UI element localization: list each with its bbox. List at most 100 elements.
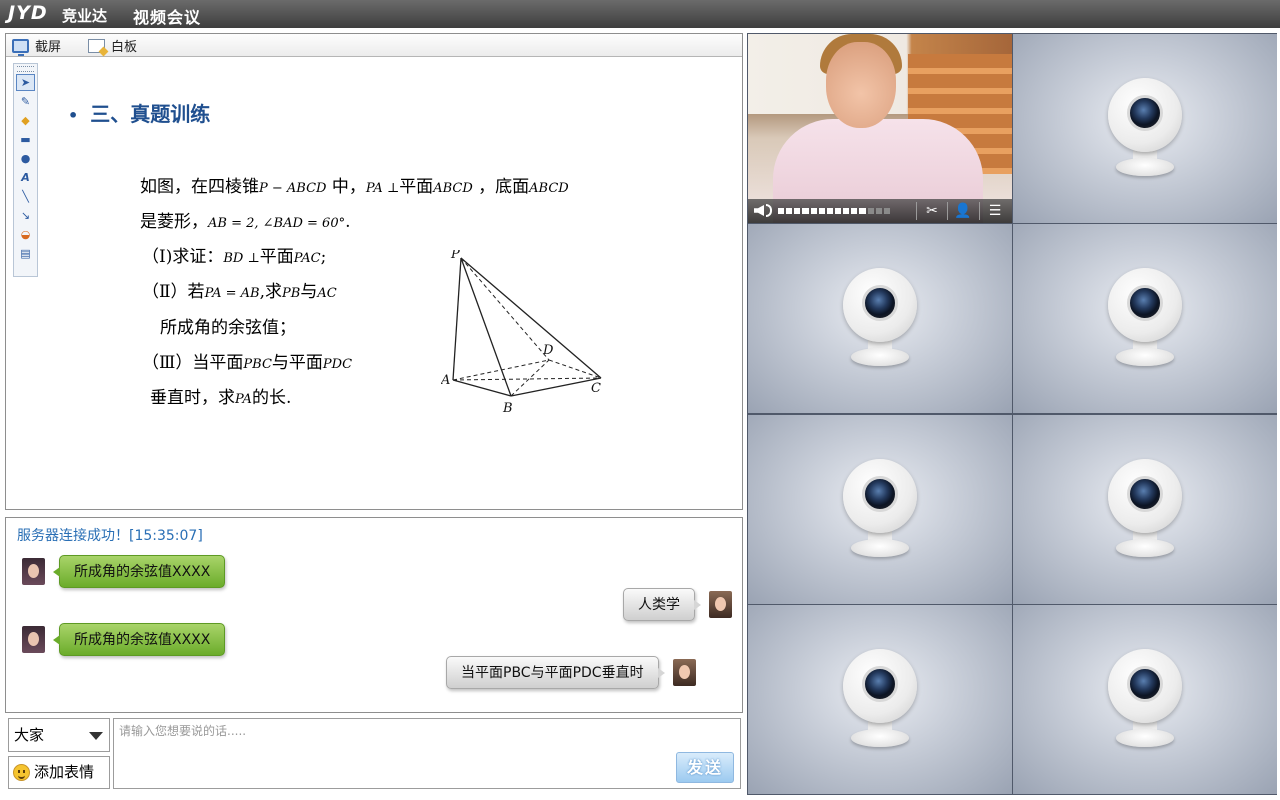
woman-avatar [672, 659, 696, 686]
toolbar-grip[interactable] [17, 66, 34, 72]
volume-segment [818, 208, 825, 214]
add-emoji-button[interactable]: 添加表情 [8, 756, 110, 789]
line-icon[interactable]: ╲ [16, 188, 35, 205]
video-control-bar: ✂ 👤 ☰ [748, 199, 1012, 223]
vertex-d-label: D [542, 343, 554, 358]
volume-segment [826, 208, 833, 214]
sound-waves-icon [766, 204, 772, 217]
problem-line-1: 如图，在四棱锥P − ABCD 中，PA ⊥平面ABCD ，底面ABCD [140, 177, 569, 197]
layer-icon[interactable]: ▤ [16, 245, 35, 262]
webcam-base [851, 539, 909, 557]
volume-segment [883, 208, 890, 214]
send-button[interactable]: 发送 [676, 752, 734, 783]
chat-message: 所成角的余弦值XXXX [22, 623, 226, 656]
webcam-base [1116, 348, 1174, 366]
empty-video-slot[interactable] [748, 415, 1012, 604]
girl-avatar [22, 626, 45, 653]
add-user-icon[interactable]: 👤 [952, 201, 974, 221]
recipient-select[interactable]: 大家 [8, 718, 110, 752]
message-bubble: 当平面PBC与平面PDC垂直时 [446, 656, 665, 689]
chat-message: 所成角的余弦值XXXX [22, 555, 226, 588]
problem-line-7: 垂直时，求PA的长. [150, 388, 292, 408]
message-bubble: 所成角的余弦值XXXX [52, 555, 226, 588]
empty-video-slot[interactable] [748, 605, 1012, 794]
message-input[interactable] [113, 718, 741, 789]
pen-icon[interactable]: ✎ [16, 93, 35, 110]
webcam-body [1108, 268, 1182, 342]
text-icon[interactable]: A [16, 169, 35, 186]
volume-segment [834, 208, 842, 214]
webcam-lens [1127, 666, 1163, 702]
webcam-body [843, 649, 917, 723]
vertex-b-label: B [502, 401, 513, 416]
problem-line-6: （Ⅲ）当平面PBC与平面PDC [142, 353, 353, 373]
presentation-panel: 截屏 白板 ➤ ✎ ◆ ▬ ● A ╲ ↘ ◒ ▤ 三、真题训练 如图，在四棱锥… [5, 33, 743, 510]
highlighter-icon[interactable]: ◆ [16, 112, 35, 129]
message-bubble: 所成角的余弦值XXXX [52, 623, 226, 656]
monitor-icon [12, 38, 29, 56]
chevron-down-icon [89, 732, 103, 740]
smiley-icon [13, 764, 30, 781]
video-person-head [826, 42, 896, 128]
empty-video-slot[interactable] [1013, 224, 1277, 413]
empty-video-slot[interactable] [1013, 605, 1277, 794]
volume-segment [794, 208, 801, 214]
video-grid: ✂ 👤 ☰ [747, 33, 1277, 795]
volume-slider[interactable] [778, 208, 890, 214]
recipient-value: 大家 [14, 726, 45, 744]
color-icon[interactable]: ◒ [16, 226, 35, 243]
ellipse-icon[interactable]: ● [16, 150, 35, 167]
problem-line-4: （Ⅱ）若PA = AB,求PB与AC [142, 282, 337, 302]
vertex-p-label: P [450, 250, 460, 262]
brand-name: 竞业达 [62, 7, 108, 25]
empty-video-slot[interactable] [1013, 415, 1277, 604]
problem-line-5: 所成角的余弦值； [160, 318, 296, 338]
divider [916, 202, 917, 220]
webcam-lens [862, 285, 898, 321]
live-video-cell[interactable]: ✂ 👤 ☰ [748, 34, 1012, 223]
webcam-base [1116, 158, 1174, 176]
volume-segment [810, 208, 817, 214]
webcam-body [1108, 78, 1182, 152]
volume-segment [851, 208, 858, 214]
webcam-body [1108, 649, 1182, 723]
select-icon[interactable]: ➤ [16, 74, 35, 91]
volume-segment [778, 208, 785, 214]
webcam-body [843, 459, 917, 533]
webcam-base [851, 729, 909, 747]
vertex-a-label: A [441, 373, 450, 388]
list-icon[interactable]: ☰ [984, 201, 1006, 221]
vertex-c-label: C [591, 381, 601, 396]
problem-line-3: （Ⅰ)求证：BD ⊥平面PAC; [142, 247, 327, 267]
webcam-base [1116, 729, 1174, 747]
empty-video-slot[interactable] [748, 224, 1012, 413]
scissors-icon[interactable]: ✂ [921, 201, 943, 221]
rectangle-icon[interactable]: ▬ [16, 131, 35, 148]
screenshot-button[interactable]: 截屏 [12, 36, 61, 56]
webcam-base [851, 348, 909, 366]
slide-heading: 三、真题训练 [68, 98, 210, 127]
whiteboard-button[interactable]: 白板 [88, 36, 137, 55]
pyramid-figure: P A B C D [441, 250, 602, 416]
chat-message: 当平面PBC与平面PDC垂直时 [446, 656, 696, 689]
slide-content: 三、真题训练 如图，在四棱锥P − ABCD 中，PA ⊥平面ABCD ，底面A… [46, 60, 736, 500]
woman-avatar [709, 591, 732, 618]
empty-video-slot[interactable] [1013, 34, 1277, 223]
chat-message: 人类学 [623, 588, 732, 621]
divider [947, 202, 948, 220]
divider [979, 202, 980, 220]
webcam-body [843, 268, 917, 342]
arrow-icon[interactable]: ↘ [16, 207, 35, 224]
webcam-base [1116, 539, 1174, 557]
girl-avatar [22, 558, 45, 585]
webcam-lens [862, 666, 898, 702]
connection-status: 服务器连接成功！[15:35:07] [17, 528, 203, 544]
webcam-lens [1127, 285, 1163, 321]
volume-segment [843, 208, 850, 214]
volume-segment [802, 208, 809, 214]
volume-segment [786, 208, 793, 214]
speaker-icon[interactable] [754, 205, 764, 216]
problem-line-2: 是菱形，AB = 2, ∠BAD = 60°. [140, 212, 351, 232]
webcam-lens [1127, 476, 1163, 512]
add-emoji-label: 添加表情 [34, 763, 95, 781]
